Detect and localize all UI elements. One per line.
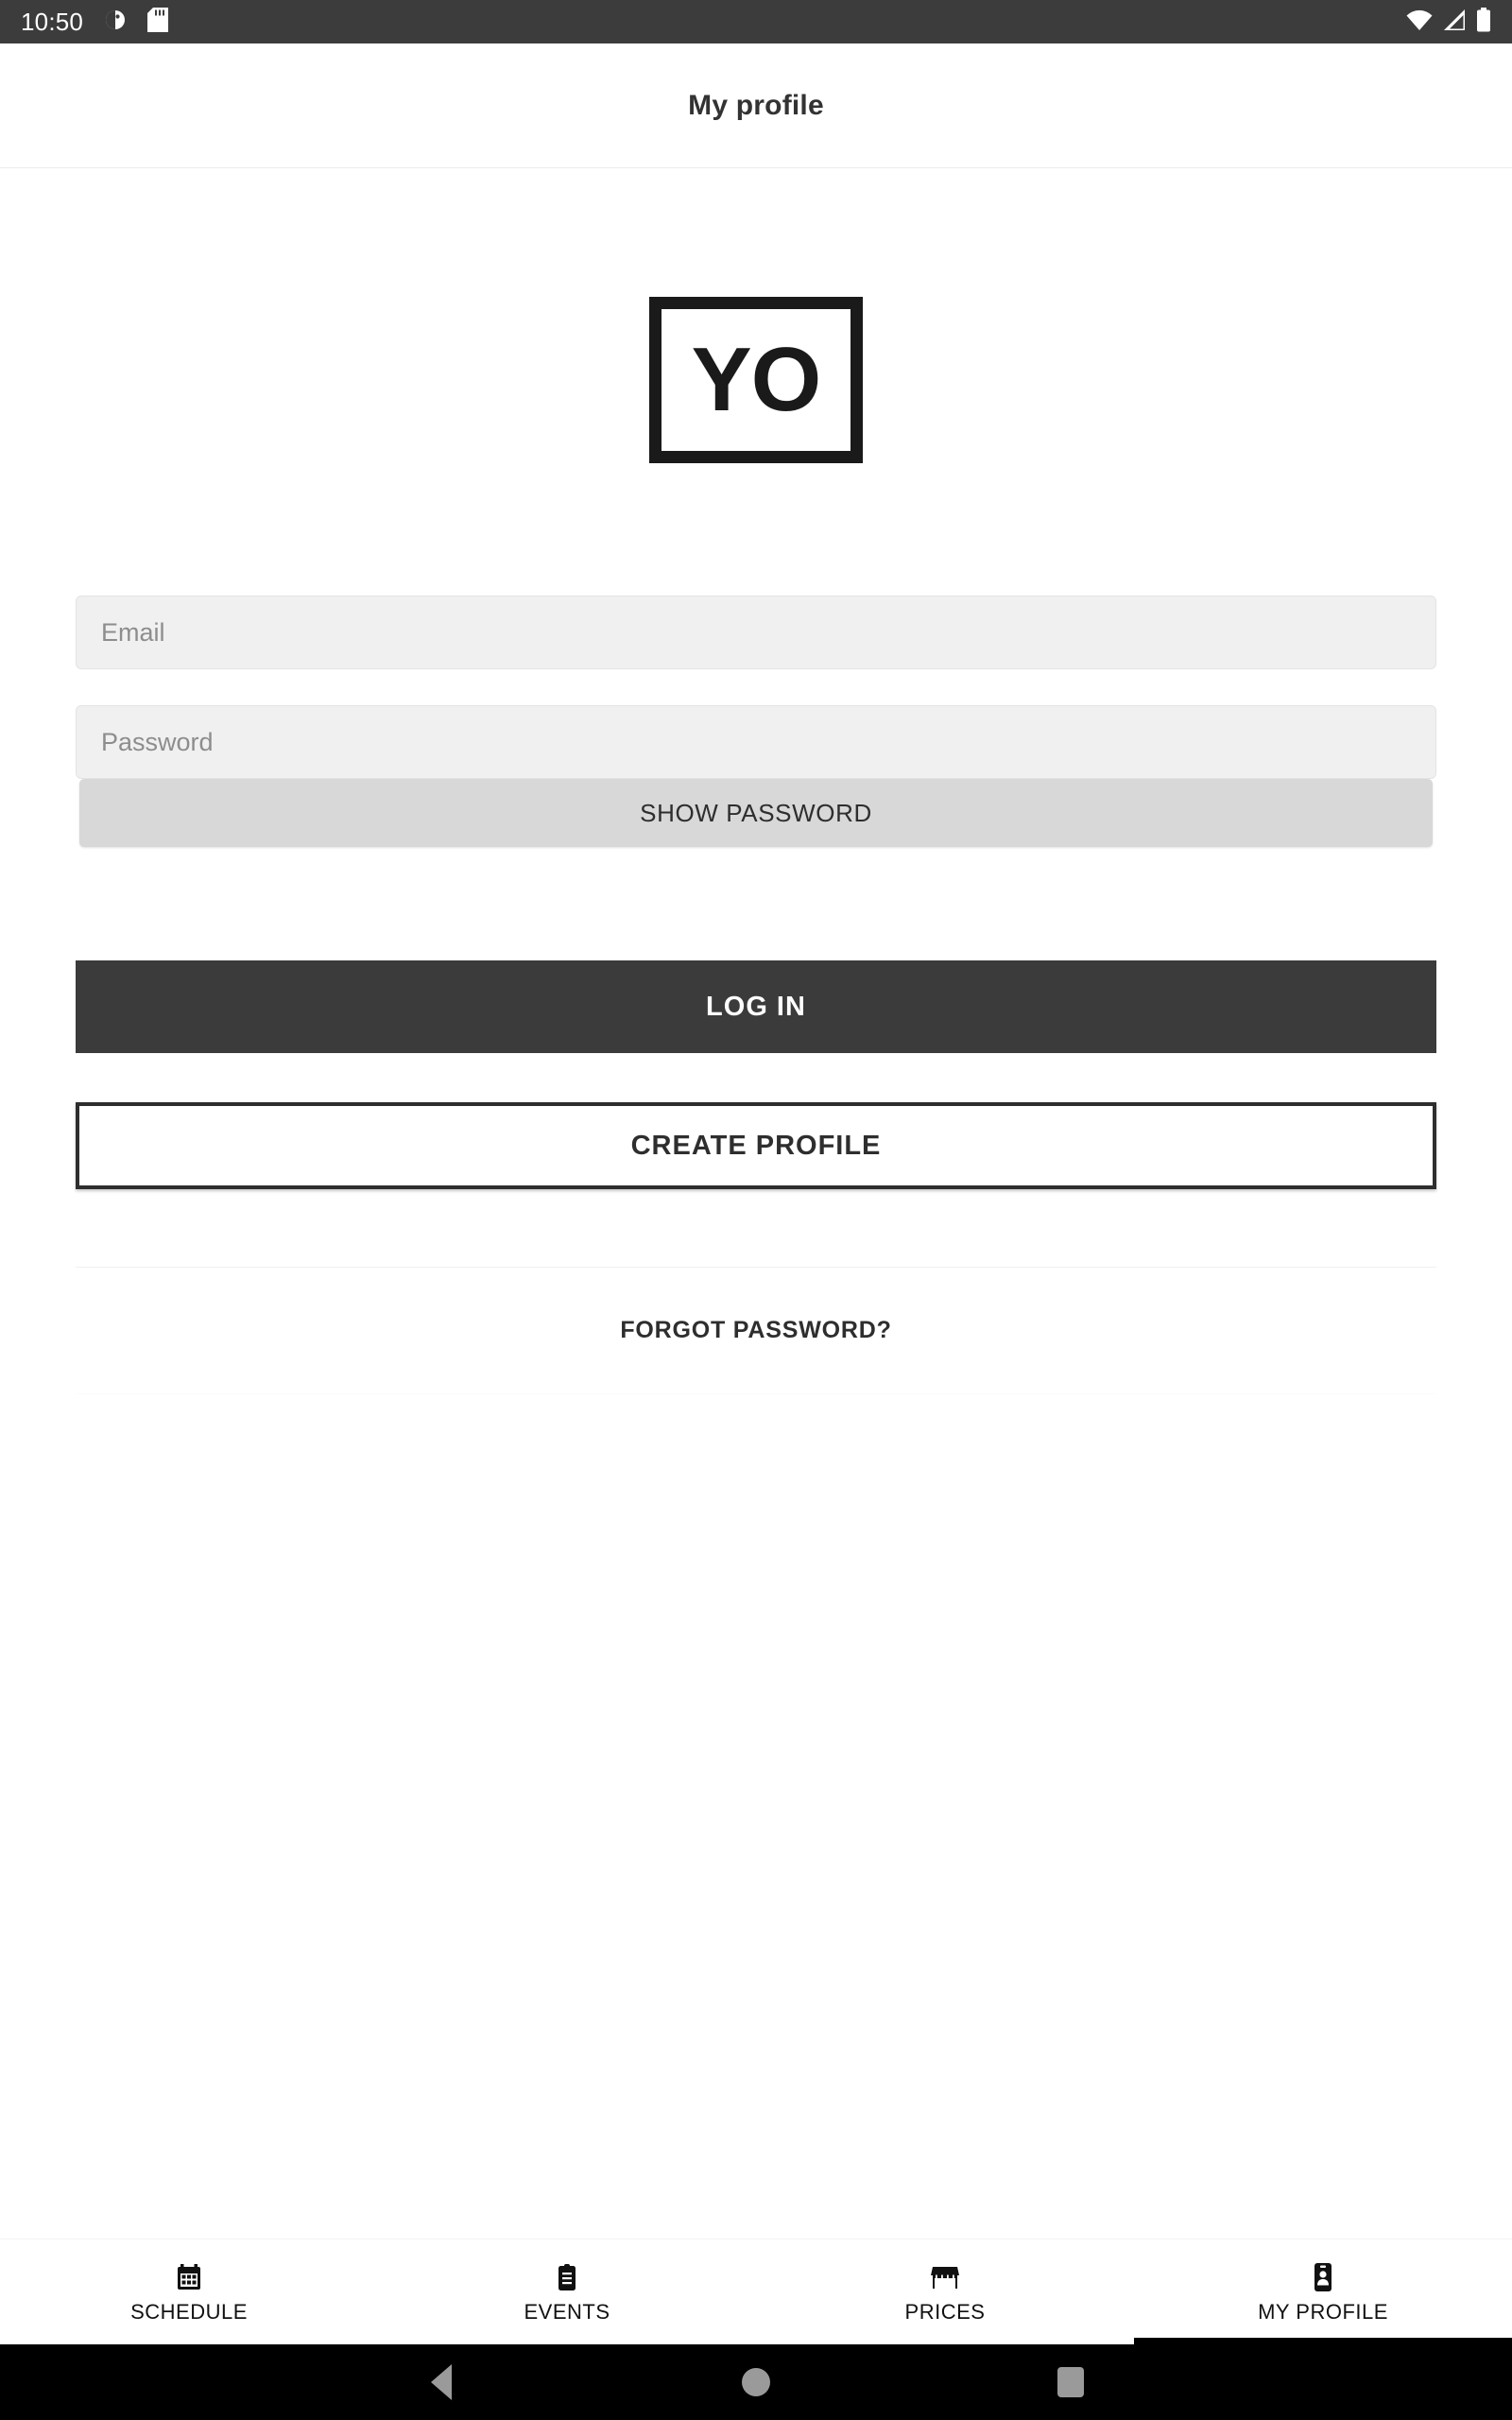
password-field[interactable] <box>76 705 1436 779</box>
email-field[interactable] <box>76 596 1436 669</box>
battery-icon <box>1476 7 1491 37</box>
log-in-button[interactable]: LOG IN <box>76 960 1436 1053</box>
home-circle-icon <box>741 2368 770 2396</box>
logo-text: YO <box>691 329 822 430</box>
cellular-signal-icon <box>1442 9 1467 36</box>
sd-card-icon <box>147 7 169 37</box>
tab-schedule[interactable]: SCHEDULE <box>0 2239 378 2344</box>
tab-label: SCHEDULE <box>130 2299 248 2324</box>
tab-label: MY PROFILE <box>1258 2299 1388 2324</box>
page-title: My profile <box>688 89 824 121</box>
recents-square-icon <box>1057 2367 1085 2397</box>
android-navigation-bar <box>0 2344 1512 2420</box>
login-form: SHOW PASSWORD LOG IN CREATE PROFILE FORG… <box>0 596 1512 1394</box>
create-profile-button[interactable]: CREATE PROFILE <box>76 1102 1436 1189</box>
tab-label: PRICES <box>904 2299 986 2324</box>
status-bar-left-group: 10:50 <box>21 7 169 37</box>
clipboard-icon <box>557 2262 577 2292</box>
bottom-tab-bar: SCHEDULE EVENTS PRICES MY PROFILE <box>0 2238 1512 2344</box>
badge-icon <box>1313 2262 1333 2292</box>
forgot-password-divider-bottom <box>76 1393 1436 1394</box>
field-spacer <box>76 669 1436 705</box>
tab-events[interactable]: EVENTS <box>378 2239 756 2344</box>
logo-container: YO <box>0 168 1512 463</box>
android-back-button[interactable] <box>399 2344 484 2420</box>
calendar-icon <box>177 2262 201 2292</box>
do-not-disturb-icon <box>104 9 127 36</box>
status-bar-clock: 10:50 <box>21 8 84 36</box>
status-bar-right-group <box>1406 7 1491 37</box>
brand-logo: YO <box>649 297 863 463</box>
tab-my-profile[interactable]: MY PROFILE <box>1134 2239 1512 2344</box>
show-password-button[interactable]: SHOW PASSWORD <box>79 779 1433 847</box>
android-status-bar: 10:50 <box>0 0 1512 43</box>
login-screen-content: YO SHOW PASSWORD LOG IN CREATE PROFILE F… <box>0 168 1512 2238</box>
wifi-icon <box>1406 9 1433 36</box>
form-spacer <box>76 847 1436 960</box>
forgot-password-link[interactable]: FORGOT PASSWORD? <box>76 1268 1436 1393</box>
android-recents-button[interactable] <box>1028 2344 1113 2420</box>
button-spacer <box>76 1053 1436 1102</box>
storefront-icon <box>931 2262 959 2292</box>
app-header: My profile <box>0 43 1512 168</box>
back-triangle-icon <box>430 2364 452 2400</box>
android-home-button[interactable] <box>713 2344 799 2420</box>
tab-label: EVENTS <box>524 2299 610 2324</box>
app-root: 10:50 My profile YO Email SHOW PASSWORD … <box>0 0 1512 2420</box>
tab-prices[interactable]: PRICES <box>756 2239 1134 2344</box>
